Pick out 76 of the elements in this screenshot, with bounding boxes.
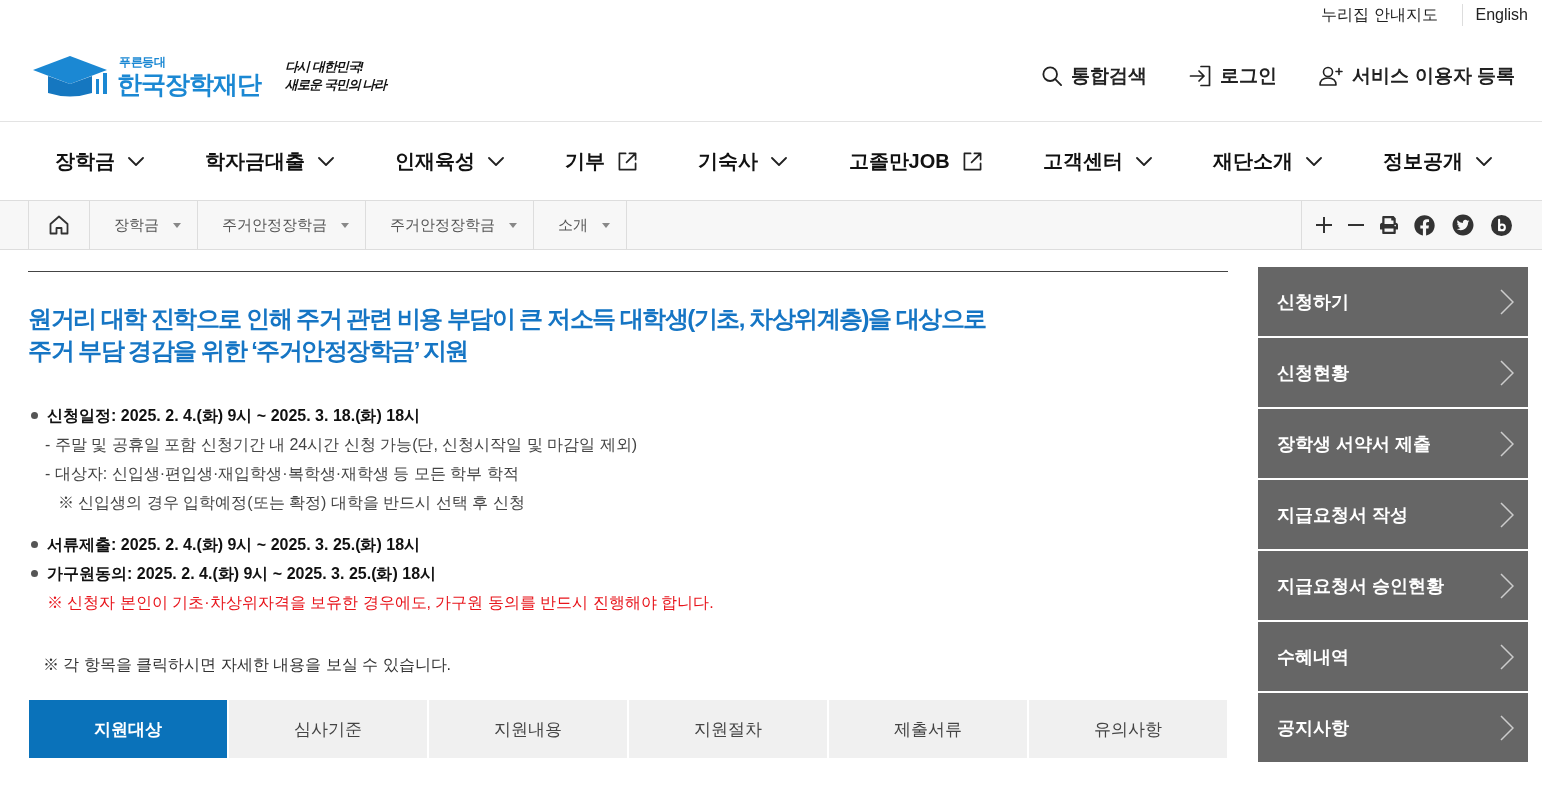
top-link[interactable]: English [1475, 6, 1528, 24]
external-link-icon [962, 151, 982, 171]
search-icon [1042, 65, 1063, 86]
home-icon [49, 215, 69, 235]
breadcrumb-item[interactable]: 소개 [534, 201, 627, 249]
schedule-text: 신청일정: 2025. 2. 4.(화) 9시 ~ 2025. 3. 18.(화) 18시 [47, 406, 421, 426]
chevron-right-icon [1500, 501, 1514, 528]
schedule-text: - 대상자: 신입생·편입생·재입학생·복학생·재학생 등 모든 학부 학적 [45, 464, 519, 484]
external-link-icon [618, 151, 638, 171]
tab[interactable]: 지원절차 [629, 700, 827, 758]
chevron-right-icon [1500, 572, 1514, 599]
twitter-icon[interactable] [1451, 213, 1475, 237]
chevron-right-icon [1500, 714, 1514, 741]
chevron-down-icon [1476, 156, 1492, 166]
nav-menu-item[interactable]: 정보공개 [1383, 147, 1492, 175]
chevron-right-icon [1500, 359, 1514, 386]
side-menu-item[interactable]: 신청하기 [1258, 267, 1528, 336]
top-link[interactable]: 누리집 안내지도 [1321, 4, 1438, 26]
breadcrumb-item[interactable]: 주거안정장학금 [198, 201, 366, 249]
blog-icon[interactable] [1491, 214, 1512, 236]
chevron-right-icon [1500, 430, 1514, 457]
side-menu-item[interactable]: 신청현황 [1258, 338, 1528, 407]
facebook-icon[interactable] [1414, 214, 1435, 236]
side-menu-item[interactable]: 수혜내역 [1258, 622, 1528, 691]
nav-menu-item[interactable]: 학자금대출 [205, 147, 335, 175]
tab[interactable]: 지원내용 [429, 700, 627, 758]
chevron-right-icon [1500, 288, 1514, 315]
nav-menu-item[interactable]: 재단소개 [1212, 147, 1322, 175]
bullet-icon [31, 570, 38, 577]
nav-menu-item[interactable]: 기숙사 [698, 147, 788, 175]
side-menu-item[interactable]: 장학생 서약서 제출 [1258, 409, 1528, 478]
print-icon[interactable] [1380, 216, 1398, 234]
schedule-text: ※ 신청자 본인이 기초·차상위자격을 보유한 경우에도, 가구원 동의를 반드시 진행해야 합니다. [47, 593, 714, 613]
bullet-icon [31, 541, 38, 548]
login-icon [1189, 64, 1212, 87]
chevron-down-icon [771, 156, 788, 166]
zoom-in-icon[interactable] [1316, 217, 1332, 233]
schedule-text: 가구원동의: 2025. 2. 4.(화) 9시 ~ 2025. 3. 25.(화) 18시 [47, 564, 437, 584]
caret-icon [509, 222, 517, 228]
utility-link[interactable]: 로그인 [1189, 62, 1278, 89]
notice-text: ※ 각 항목을 클릭하시면 자세한 내용을 보실 수 있습니다. [42, 655, 452, 675]
breadcrumb-item[interactable]: 장학금 [90, 201, 198, 249]
chevron-down-icon [488, 156, 505, 166]
schedule-text: ※ 신입생의 경우 입학예정(또는 확정) 대학을 반드시 선택 후 신청 [58, 493, 525, 513]
chevron-down-icon [128, 156, 144, 166]
schedule-text: 서류제출: 2025. 2. 4.(화) 9시 ~ 2025. 3. 25.(화) 18시 [47, 535, 421, 555]
logo-tagline: 푸른등대 [119, 54, 165, 69]
chevron-right-icon [1500, 643, 1514, 670]
chevron-down-icon [1135, 156, 1152, 166]
side-menu-item[interactable]: 지급요청서 작성 [1258, 480, 1528, 549]
bullet-icon [31, 412, 38, 419]
home-button[interactable] [28, 201, 90, 249]
side-menu-item[interactable]: 지급요청서 승인현황 [1258, 551, 1528, 620]
caret-icon [341, 222, 349, 228]
caret-icon [602, 222, 610, 228]
nav-menu-item[interactable]: 기부 [565, 147, 638, 175]
nav-menu-item[interactable]: 고객센터 [1042, 147, 1152, 175]
chevron-down-icon [1305, 156, 1322, 166]
slogan-text: 다시 대한민국! 새로운 국민의 나라 [285, 57, 387, 94]
tab[interactable]: 심사기준 [229, 700, 427, 758]
utility-link[interactable]: 서비스 이용자 등록 [1319, 62, 1515, 89]
tab[interactable]: 제출서류 [829, 700, 1027, 758]
side-menu-item[interactable]: 공지사항 [1258, 693, 1528, 762]
caret-icon [173, 222, 181, 228]
nav-menu-item[interactable]: 고졸만JOB [848, 147, 982, 175]
tab[interactable]: 유의사항 [1029, 700, 1227, 758]
chevron-down-icon [318, 156, 335, 166]
schedule-text: - 주말 및 공휴일 포함 신청기간 내 24시간 신청 가능(단, 신청시작일 및 마감일 제외) [45, 435, 637, 455]
breadcrumb-item[interactable]: 주거안정장학금 [366, 201, 534, 249]
logo-text[interactable]: 한국장학재단 [117, 68, 261, 99]
intro-heading: 원거리 대학 진학으로 인해 주거 관련 비용 부담이 큰 저소득 대학생(기초, 차상위계층)을 대상으로 주거 부담 경감을 위한 ‘주거안정장학금’ 지원 [28, 304, 987, 366]
nav-menu-item[interactable]: 장학금 [55, 147, 144, 175]
tab[interactable]: 지원대상 [29, 700, 227, 758]
nav-menu-item[interactable]: 인재육성 [395, 147, 505, 175]
user-plus-icon [1319, 65, 1344, 86]
utility-link[interactable]: 통합검색 [1042, 62, 1148, 89]
